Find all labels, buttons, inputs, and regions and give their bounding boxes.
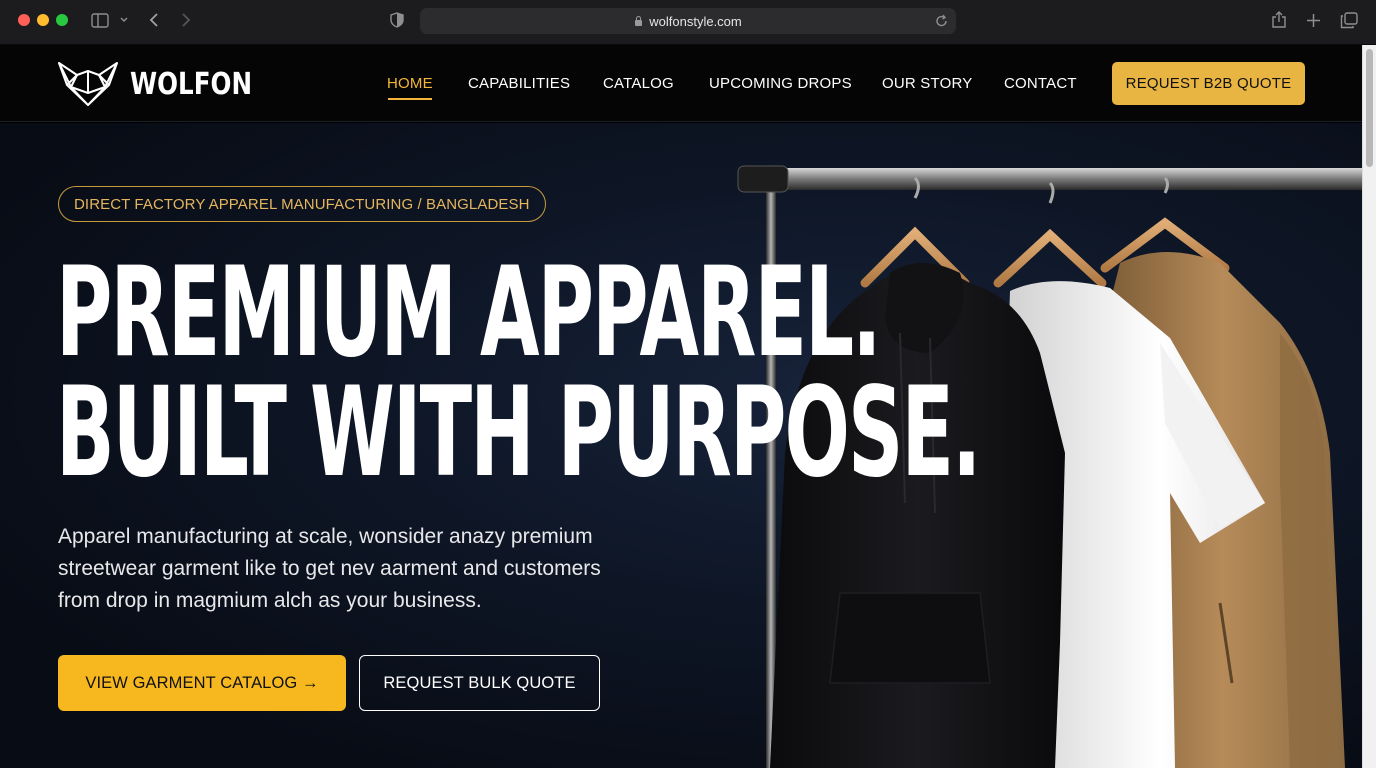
tabs-overview-icon[interactable]: [1340, 12, 1358, 29]
minimize-window-button[interactable]: [37, 14, 49, 26]
share-icon[interactable]: [1271, 11, 1287, 29]
request-bulk-quote-button[interactable]: REQUEST BULK QUOTE: [359, 655, 600, 711]
headline-line-2: BUILT WITH PURPOSE.: [56, 361, 981, 505]
request-b2b-quote-button[interactable]: REQUEST B2B QUOTE: [1112, 62, 1305, 105]
hero-section: DIRECT FACTORY APPAREL MANUFACTURING / B…: [0, 123, 1362, 768]
close-window-button[interactable]: [18, 14, 30, 26]
chevron-left-icon[interactable]: [148, 12, 160, 28]
hero-headline: PREMIUM APPAREL. BUILT WITH PURPOSE.: [56, 241, 981, 505]
shield-icon[interactable]: [390, 12, 404, 28]
url-text: wolfonstyle.com: [649, 13, 742, 29]
nav-upcoming-drops[interactable]: UPCOMING DROPS: [709, 75, 852, 92]
nav-contact[interactable]: CONTACT: [1004, 75, 1077, 92]
zoom-window-button[interactable]: [56, 14, 68, 26]
page-scrollbar[interactable]: [1362, 45, 1376, 768]
nav-catalog[interactable]: CATALOG: [603, 75, 674, 92]
chevron-down-icon[interactable]: [119, 16, 129, 24]
scrollbar-thumb[interactable]: [1366, 49, 1373, 167]
sidebar-icon[interactable]: [91, 13, 109, 28]
browser-toolbar: wolfonstyle.com: [0, 0, 1376, 45]
address-bar[interactable]: wolfonstyle.com: [420, 8, 956, 34]
view-garment-catalog-button[interactable]: VIEW GARMENT CATALOG →: [58, 655, 346, 711]
nav-capabilities[interactable]: CAPABILITIES: [468, 75, 570, 92]
reload-icon[interactable]: [935, 14, 948, 28]
hero-subcopy: Apparel manufacturing at scale, wonsider…: [58, 525, 601, 612]
nav-our-story[interactable]: OUR STORY: [882, 75, 972, 92]
site-header: WOLFON HOME CAPABILITIES CATALOG UPCOMIN…: [0, 45, 1362, 122]
active-nav-indicator: [388, 98, 432, 100]
lock-icon: [634, 16, 643, 26]
factory-badge: DIRECT FACTORY APPAREL MANUFACTURING / B…: [58, 186, 546, 222]
headline-line-1: PREMIUM APPAREL.: [56, 241, 882, 385]
nav-home[interactable]: HOME: [387, 75, 433, 92]
chevron-right-icon[interactable]: [180, 12, 192, 28]
plus-icon[interactable]: [1306, 13, 1321, 28]
